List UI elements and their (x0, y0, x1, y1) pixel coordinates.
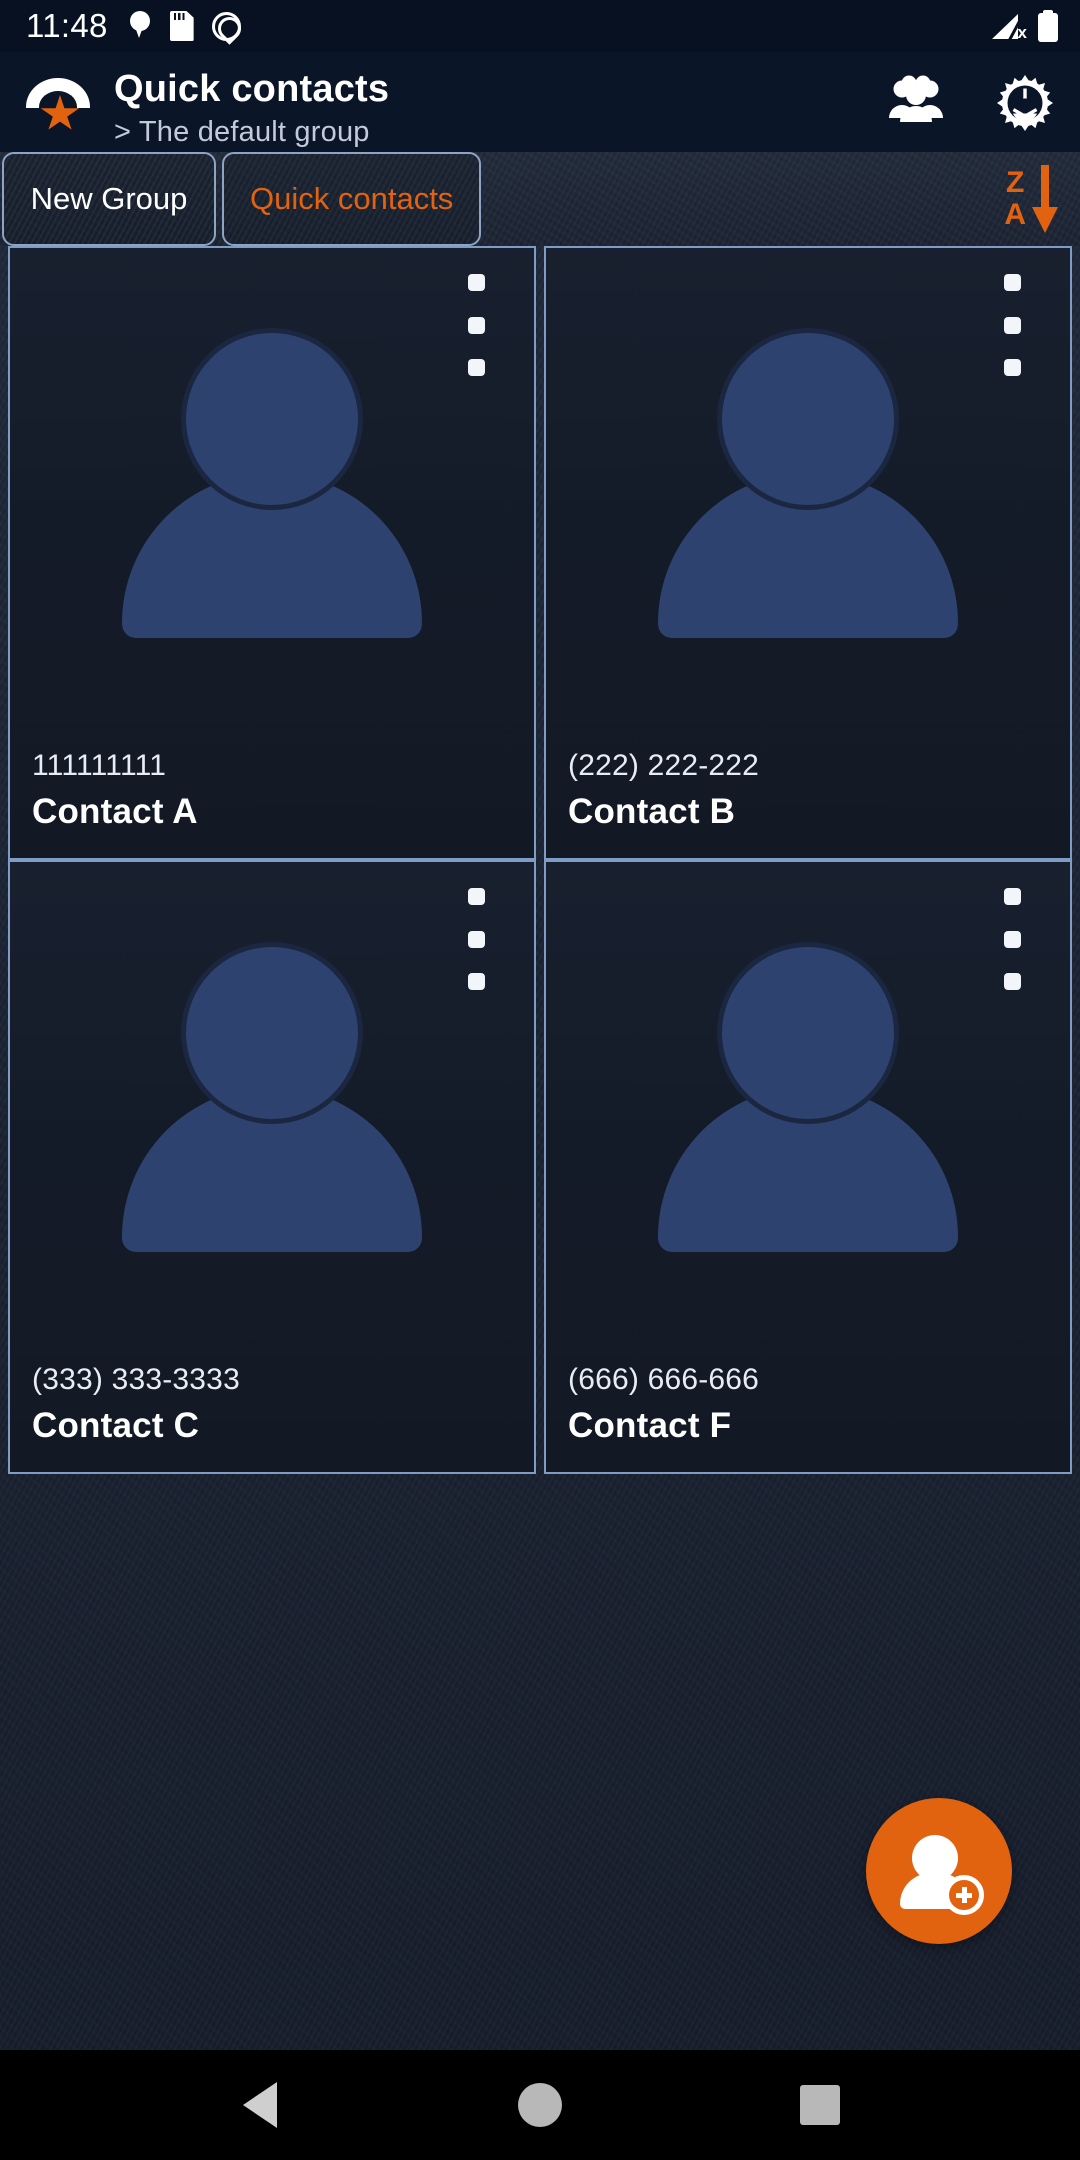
nav-home-button[interactable] (485, 2050, 595, 2160)
groups-icon (886, 74, 946, 122)
overflow-menu-icon[interactable] (994, 270, 1030, 380)
contact-card[interactable]: (222) 222-222 Contact B (544, 246, 1072, 860)
person-placeholder-icon (112, 942, 432, 1252)
sort-letters: Z A (1004, 167, 1026, 231)
breadcrumb: > The default group (114, 116, 370, 148)
tab-strip: New Group Quick contacts Z A (0, 152, 1080, 246)
battery-full-icon (1038, 10, 1058, 42)
sort-letter-top: Z (1006, 166, 1025, 199)
overflow-menu-icon[interactable] (994, 884, 1030, 994)
status-right-icons: x (992, 10, 1058, 42)
contact-card-text: (333) 333-3333 Contact C (32, 1358, 518, 1450)
person-placeholder-icon (648, 328, 968, 638)
nav-recents-button[interactable] (765, 2050, 875, 2160)
app-bar: Quick contacts > The default group (0, 52, 1080, 152)
settings-button[interactable] (996, 74, 1056, 134)
status-clock: 11:48 (26, 7, 108, 44)
do-not-disturb-icon (211, 11, 241, 41)
overflow-menu-icon[interactable] (458, 884, 494, 994)
person-placeholder-icon (648, 942, 968, 1252)
contact-card[interactable]: 111111111 Contact A (8, 246, 536, 860)
contact-name: Contact B (568, 792, 736, 831)
status-left-icons (128, 11, 241, 41)
circle-home-icon (518, 2083, 562, 2127)
phone-star-icon (22, 68, 96, 142)
nav-back-button[interactable] (205, 2050, 315, 2160)
contacts-grid: 111111111 Contact A (222) 222-222 Contac… (0, 246, 1080, 1474)
arrow-down-icon (1032, 163, 1058, 235)
contact-name: Contact C (32, 1406, 200, 1445)
contact-name: Contact F (568, 1406, 732, 1445)
sd-card-icon (170, 11, 194, 41)
tab-new-group[interactable]: New Group (2, 152, 216, 246)
contact-card-text: 111111111 Contact A (32, 744, 518, 836)
overflow-menu-icon[interactable] (458, 270, 494, 380)
triangle-back-icon (243, 2082, 277, 2128)
app-bar-titles: Quick contacts > The default group (114, 62, 389, 152)
page-title: Quick contacts (114, 68, 390, 110)
contact-phone: 111111111 (32, 749, 167, 782)
settings-gear-icon (996, 74, 1054, 132)
contacts-content: 111111111 Contact A (222) 222-222 Contac… (0, 246, 1080, 2050)
contact-card[interactable]: (333) 333-3333 Contact C (8, 860, 536, 1474)
location-pin-icon (128, 11, 152, 41)
phone-screen: 11:48 x Quick contacts > The default gro… (0, 0, 1080, 2160)
groups-button[interactable] (886, 74, 946, 134)
signal-no-service-icon: x (992, 11, 1027, 41)
contact-card-text: (222) 222-222 Contact B (568, 744, 1054, 836)
contact-name: Contact A (32, 792, 198, 831)
contact-card-text: (666) 666-666 Contact F (568, 1358, 1054, 1450)
add-contact-icon (896, 1831, 984, 1915)
contact-phone: (222) 222-222 (568, 749, 760, 782)
tab-quick-contacts[interactable]: Quick contacts (222, 152, 482, 246)
contact-card[interactable]: (666) 666-666 Contact F (544, 860, 1072, 1474)
person-placeholder-icon (112, 328, 432, 638)
sort-order-button[interactable]: Z A (1004, 163, 1058, 235)
square-recents-icon (800, 2085, 840, 2125)
contact-phone: (333) 333-3333 (32, 1363, 240, 1396)
status-bar: 11:48 x (0, 0, 1080, 52)
app-bar-actions (886, 74, 1056, 134)
contact-phone: (666) 666-666 (568, 1363, 760, 1396)
add-contact-fab[interactable] (866, 1798, 1012, 1944)
sort-letter-bottom: A (1004, 198, 1026, 231)
system-navigation-bar (0, 2050, 1080, 2160)
